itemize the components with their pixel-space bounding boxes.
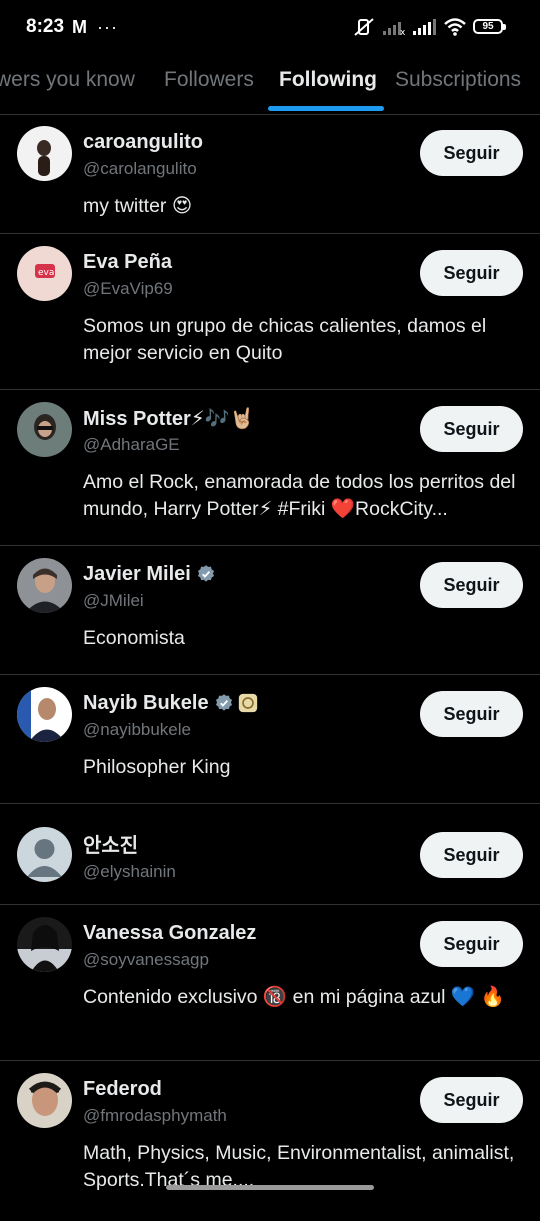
svg-text:x: x [400, 28, 406, 36]
follow-button[interactable]: Seguir [420, 1077, 523, 1123]
list-item[interactable]: caroangulito @carolangulito my twitter 😍… [0, 114, 540, 234]
list-item[interactable]: Nayib Bukele @nayibbukele Philosopher Ki… [0, 675, 540, 804]
follow-button[interactable]: Seguir [420, 562, 523, 608]
tab-bar: wers you know Followers Following Subscr… [0, 56, 540, 115]
follow-button[interactable]: Seguir [420, 130, 523, 176]
gesture-home-bar[interactable] [166, 1185, 374, 1190]
verified-badge-icon [197, 565, 214, 582]
follow-button[interactable]: Seguir [420, 691, 523, 737]
user-bio: my twitter 😍 [83, 195, 193, 217]
avatar[interactable] [17, 917, 72, 972]
user-bio: Philosopher King [83, 756, 231, 778]
user-name[interactable]: Vanessa Gonzalez [83, 922, 256, 945]
follow-button[interactable]: Seguir [420, 250, 523, 296]
avatar[interactable] [17, 687, 72, 742]
avatar[interactable] [17, 558, 72, 613]
user-handle: @carolangulito [83, 159, 197, 178]
verified-badge-icon [215, 694, 232, 711]
wifi-icon [444, 18, 466, 36]
signal-icon: x [383, 22, 406, 36]
user-handle: @AdharaGE [83, 435, 180, 454]
user-handle: @fmrodasphymath [83, 1106, 227, 1125]
avatar[interactable] [17, 402, 72, 457]
default-avatar-icon[interactable] [17, 827, 72, 882]
user-handle: @nayibbukele [83, 720, 191, 739]
avatar[interactable] [17, 1073, 72, 1128]
user-name[interactable]: Nayib Bukele [83, 692, 209, 715]
battery-icon: 95 [473, 19, 506, 34]
user-name[interactable]: 안소진 [83, 829, 138, 858]
follow-button[interactable]: Seguir [420, 921, 523, 967]
list-item[interactable]: Federod @fmrodasphymath Math, Physics, M… [0, 1061, 540, 1221]
follow-button[interactable]: Seguir [420, 406, 523, 452]
list-item[interactable]: Vanessa Gonzalez @soyvanessagp Contenido… [0, 905, 540, 1061]
avatar[interactable]: eva [17, 246, 72, 301]
list-item[interactable]: Miss Potter⚡🎶🤘🏼 @AdharaGE Amo el Rock, e… [0, 390, 540, 546]
active-tab-indicator [268, 106, 384, 111]
user-name[interactable]: Eva Peña [83, 251, 172, 274]
user-bio: Somos un grupo de chicas calientes, damo… [83, 315, 487, 364]
avatar[interactable] [17, 126, 72, 181]
user-name[interactable]: Miss Potter⚡🎶🤘🏼 [83, 406, 255, 431]
status-bar: 8:23 M ··· x 95 [0, 0, 540, 54]
user-handle: @JMilei [83, 591, 144, 610]
status-time: 8:23 [26, 16, 65, 37]
follow-button[interactable]: Seguir [420, 832, 523, 878]
user-handle: @soyvanessagp [83, 950, 209, 969]
tab-subscriptions[interactable]: Subscriptions [395, 68, 521, 92]
user-name[interactable]: Federod [83, 1078, 162, 1101]
svg-text:eva: eva [38, 268, 54, 278]
list-item[interactable]: 안소진 @elyshainin Seguir [0, 804, 540, 905]
user-bio: Economista [83, 627, 185, 649]
user-bio: Amo el Rock, enamorada de todos los perr… [83, 471, 516, 520]
user-name[interactable]: Javier Milei [83, 563, 191, 586]
government-emblem-icon [238, 693, 257, 713]
list-item[interactable]: Javier Milei @JMilei Economista Seguir [0, 546, 540, 675]
list-item[interactable]: eva Eva Peña @EvaVip69 Somos un grupo de… [0, 234, 540, 390]
gmail-icon: M [72, 17, 87, 37]
mute-icon [354, 18, 374, 36]
tab-followers[interactable]: Followers [164, 68, 254, 92]
signal-icon-2 [413, 19, 436, 35]
more-notifications-icon: ··· [97, 17, 118, 37]
user-name[interactable]: caroangulito [83, 131, 203, 154]
user-bio: Contenido exclusivo 🔞 en mi página azul … [83, 986, 505, 1008]
tab-following[interactable]: Following [279, 68, 377, 92]
user-handle: @EvaVip69 [83, 279, 173, 298]
user-handle: @elyshainin [83, 862, 176, 881]
tab-followers-you-know[interactable]: wers you know [0, 68, 135, 92]
